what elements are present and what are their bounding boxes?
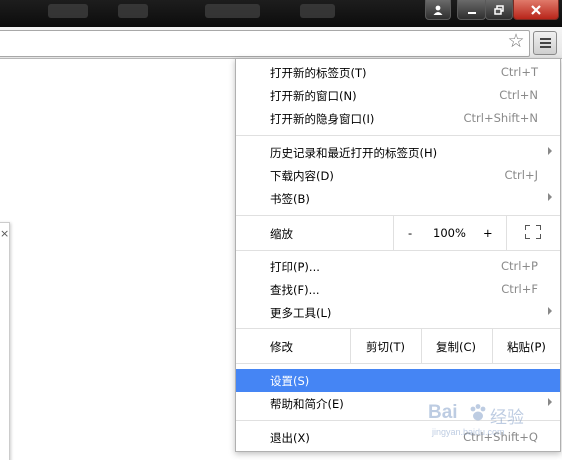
minimize-icon	[467, 11, 476, 14]
menu-separator	[236, 363, 560, 364]
chrome-menu: 打开新的标签页(T) Ctrl+T 打开新的窗口(N) Ctrl+N 打开新的隐…	[235, 58, 561, 452]
menu-item-settings[interactable]: 设置(S)	[236, 369, 560, 392]
zoom-row: 缩放 - 100% +	[236, 216, 560, 250]
fullscreen-icon[interactable]	[525, 225, 541, 239]
submenu-arrow-icon	[548, 307, 552, 315]
paste-button[interactable]: 粘贴(P)	[507, 339, 546, 355]
zoom-out-button[interactable]: -	[408, 226, 412, 240]
close-icon	[531, 4, 541, 15]
menu-item-incognito[interactable]: 打开新的隐身窗口(I) Ctrl+Shift+N	[236, 107, 560, 130]
menu-item-find[interactable]: 查找(F)... Ctrl+F	[236, 278, 560, 301]
profile-button[interactable]	[425, 0, 451, 20]
browser-toolbar: ☆	[0, 27, 562, 59]
star-icon[interactable]: ☆	[505, 30, 527, 52]
menu-item-new-tab[interactable]: 打开新的标签页(T) Ctrl+T	[236, 61, 560, 84]
restore-button[interactable]	[485, 0, 513, 20]
cut-button[interactable]: 剪切(T)	[366, 339, 405, 355]
close-icon[interactable]: ×	[0, 228, 9, 239]
chrome-menu-button[interactable]	[533, 31, 557, 55]
menu-item-history[interactable]: 历史记录和最近打开的标签页(H)	[236, 141, 560, 164]
menu-item-downloads[interactable]: 下载内容(D) Ctrl+J	[236, 164, 560, 187]
minimize-button[interactable]	[457, 0, 486, 20]
paw-icon	[470, 404, 486, 421]
restore-icon	[494, 4, 504, 15]
window-titlebar	[0, 0, 562, 27]
blurred-tab	[48, 4, 88, 18]
blurred-tab	[300, 4, 335, 18]
side-panel	[0, 222, 10, 460]
blurred-tab	[205, 4, 260, 18]
close-window-button[interactable]	[513, 0, 559, 20]
menu-separator	[236, 135, 560, 136]
menu-separator	[236, 250, 560, 251]
person-icon	[433, 5, 443, 15]
menu-item-print[interactable]: 打印(P)... Ctrl+P	[236, 255, 560, 278]
hamburger-icon	[540, 38, 551, 40]
submenu-arrow-icon	[548, 193, 552, 201]
menu-item-more-tools[interactable]: 更多工具(L)	[236, 301, 560, 324]
submenu-arrow-icon	[548, 398, 552, 406]
blurred-tab	[118, 4, 148, 18]
baidu-watermark: Bai 经验 jingyan.baidu.com	[428, 402, 524, 437]
menu-item-new-window[interactable]: 打开新的窗口(N) Ctrl+N	[236, 84, 560, 107]
zoom-in-button[interactable]: +	[483, 226, 493, 240]
submenu-arrow-icon	[548, 147, 552, 155]
edit-row: 修改 剪切(T) 复制(C) 粘贴(P)	[236, 329, 560, 363]
menu-item-bookmarks[interactable]: 书签(B)	[236, 187, 560, 210]
copy-button[interactable]: 复制(C)	[436, 339, 476, 355]
zoom-level: 100%	[433, 226, 466, 240]
address-bar[interactable]	[0, 30, 530, 57]
